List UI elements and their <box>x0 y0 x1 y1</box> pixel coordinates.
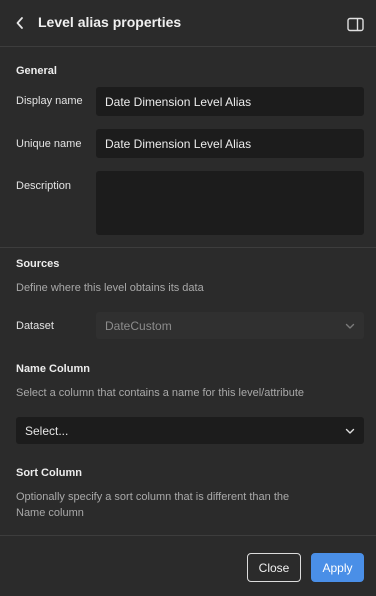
panel-header: Level alias properties <box>0 0 376 47</box>
footer-divider <box>0 535 376 536</box>
back-button[interactable] <box>10 12 30 34</box>
side-panel-icon <box>346 17 364 31</box>
name-column-help-text: Select a column that contains a name for… <box>16 387 304 399</box>
section-divider <box>0 247 376 248</box>
level-alias-properties-panel: Level alias properties General Display n… <box>0 0 376 596</box>
unique-name-input[interactable] <box>96 129 364 158</box>
sources-section-title: Sources <box>16 258 60 270</box>
unique-name-label: Unique name <box>16 138 82 150</box>
toggle-side-panel-button[interactable] <box>344 14 366 34</box>
general-section-title: General <box>16 65 57 77</box>
display-name-label: Display name <box>16 95 83 107</box>
dataset-select-value: DateCustom <box>105 318 172 333</box>
chevron-down-icon <box>345 323 355 329</box>
sources-help-text: Define where this level obtains its data <box>16 282 204 294</box>
name-column-section-title: Name Column <box>16 363 90 375</box>
dataset-label: Dataset <box>16 320 54 332</box>
display-name-input[interactable] <box>96 87 364 116</box>
sort-column-section-title: Sort Column <box>16 467 82 479</box>
apply-button[interactable]: Apply <box>311 553 364 582</box>
chevron-down-icon <box>345 428 355 434</box>
name-column-select[interactable]: Select... <box>16 417 364 444</box>
description-label: Description <box>16 180 72 192</box>
sort-column-help-text-line2: Name column <box>16 507 84 519</box>
chevron-left-icon <box>16 17 23 29</box>
name-column-select-value: Select... <box>25 423 69 438</box>
close-button[interactable]: Close <box>247 553 301 582</box>
page-title: Level alias properties <box>38 14 182 30</box>
dataset-select: DateCustom <box>96 312 364 339</box>
sort-column-help-text-line1: Optionally specify a sort column that is… <box>16 491 290 503</box>
description-textarea[interactable] <box>96 171 364 235</box>
